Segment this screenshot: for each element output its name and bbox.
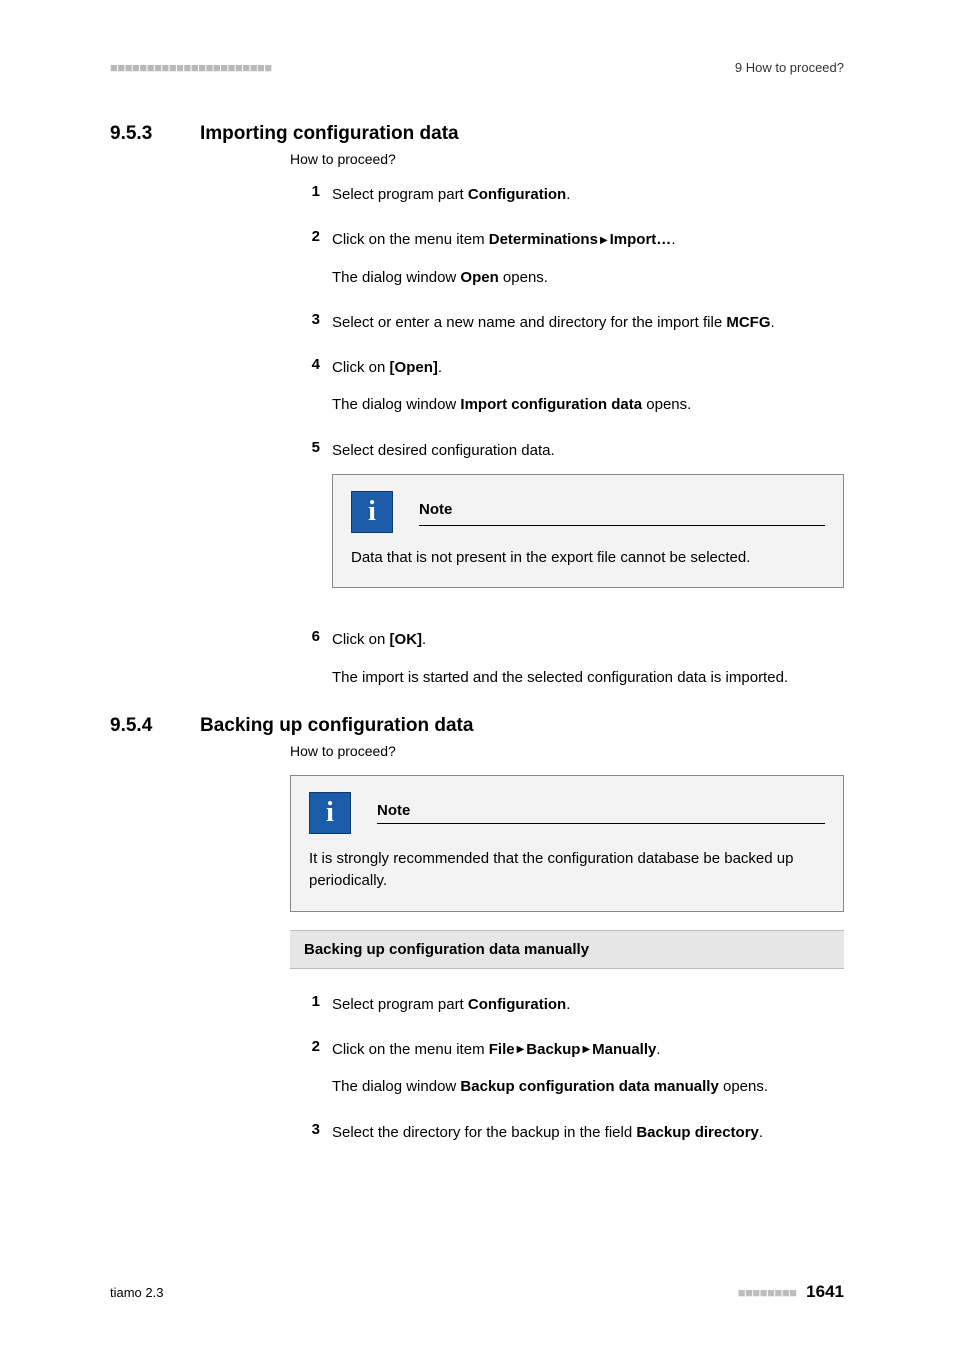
info-icon: i [309, 792, 351, 834]
section-title: Importing configuration data [200, 123, 459, 145]
text-bold: [Open] [390, 359, 438, 376]
text: opens. [642, 396, 691, 413]
step-result: The dialog window Import configuration d… [332, 393, 844, 416]
triangle-icon: ▶ [515, 1044, 527, 1055]
step-number: 4 [290, 356, 332, 417]
text-bold: Backup [526, 1041, 580, 1058]
note-label: Note [377, 802, 825, 824]
step-number: 3 [290, 1121, 332, 1144]
text: The dialog window [332, 396, 460, 413]
step-4: 4 Click on [Open]. The dialog window Imp… [290, 356, 844, 417]
section-subtitle: How to proceed? [290, 743, 844, 759]
note-header: i Note [309, 792, 825, 834]
step-number: 5 [290, 439, 332, 607]
text: The dialog window [332, 1078, 460, 1095]
text: Select program part [332, 996, 468, 1013]
text: Click on [332, 631, 390, 648]
text-bold: Open [460, 269, 498, 286]
text: Click on the menu item [332, 1041, 489, 1058]
section-number: 9.5.3 [110, 123, 200, 145]
step-body: Select program part Configuration. [332, 993, 844, 1016]
text: Select program part [332, 186, 468, 203]
text: Click on [332, 359, 390, 376]
subheading-bar: Backing up configuration data manually [290, 930, 844, 969]
page-number: 1641 [806, 1282, 844, 1301]
step-body: Select or enter a new name and directory… [332, 311, 844, 334]
text-bold: Import… [610, 231, 672, 248]
step-1: 1 Select program part Configuration. [290, 183, 844, 206]
info-icon: i [351, 491, 393, 533]
text-bold: Import configuration data [460, 396, 642, 413]
text: . [656, 1041, 660, 1058]
step-number: 1 [290, 993, 332, 1016]
note-text: It is strongly recommended that the conf… [309, 848, 825, 893]
step-5: 5 Select desired configuration data. i N… [290, 439, 844, 607]
text: . [759, 1124, 763, 1141]
text: . [566, 996, 570, 1013]
text: Select or enter a new name and directory… [332, 314, 726, 331]
text-bold: Configuration [468, 186, 566, 203]
step-result: The import is started and the selected c… [332, 666, 844, 689]
step-body: Click on [OK]. The import is started and… [332, 628, 844, 689]
footer-ornament: ■■■■■■■■ [738, 1285, 797, 1300]
note-header: i Note [351, 491, 825, 533]
page-header: ■■■■■■■■■■■■■■■■■■■■■■ 9 How to proceed? [110, 60, 844, 75]
steps-list-953: 1 Select program part Configuration. 2 C… [290, 183, 844, 689]
text-bold: MCFG [726, 314, 770, 331]
header-ornament-left: ■■■■■■■■■■■■■■■■■■■■■■ [110, 60, 272, 75]
text: . [671, 231, 675, 248]
step-2: 2 Click on the menu item File▶Backup▶Man… [290, 1038, 844, 1099]
step-number: 3 [290, 311, 332, 334]
text: . [566, 186, 570, 203]
text: . [771, 314, 775, 331]
step-6: 6 Click on [OK]. The import is started a… [290, 628, 844, 689]
step-body: Click on [Open]. The dialog window Impor… [332, 356, 844, 417]
text: Select the directory for the backup in t… [332, 1124, 636, 1141]
step-number: 1 [290, 183, 332, 206]
step-body: Click on the menu item File▶Backup▶Manua… [332, 1038, 844, 1099]
section-number: 9.5.4 [110, 715, 200, 737]
step-result: The dialog window Backup configuration d… [332, 1075, 844, 1098]
step-1: 1 Select program part Configuration. [290, 993, 844, 1016]
step-3: 3 Select the directory for the backup in… [290, 1121, 844, 1144]
note-box: i Note It is strongly recommended that t… [290, 775, 844, 912]
step-body: Select desired configuration data. i Not… [332, 439, 844, 607]
text-bold: Determinations [489, 231, 598, 248]
text-bold: Backup directory [636, 1124, 759, 1141]
note-text: Data that is not present in the export f… [351, 547, 825, 570]
step-body: Select the directory for the backup in t… [332, 1121, 844, 1144]
text: . [438, 359, 442, 376]
step-number: 2 [290, 1038, 332, 1099]
section-heading-954: 9.5.4 Backing up configuration data [110, 715, 844, 737]
text: Select desired configuration data. [332, 442, 555, 459]
page-footer: tiamo 2.3 ■■■■■■■■ 1641 [110, 1282, 844, 1302]
triangle-icon: ▶ [598, 235, 610, 246]
step-body: Click on the menu item Determinations▶Im… [332, 228, 844, 289]
step-number: 6 [290, 628, 332, 689]
triangle-icon: ▶ [580, 1044, 592, 1055]
header-running-title: 9 How to proceed? [735, 60, 844, 75]
section-title: Backing up configuration data [200, 715, 473, 737]
step-2: 2 Click on the menu item Determinations▶… [290, 228, 844, 289]
step-number: 2 [290, 228, 332, 289]
text: opens. [499, 269, 548, 286]
text-bold: Manually [592, 1041, 656, 1058]
text: . [422, 631, 426, 648]
footer-left: tiamo 2.3 [110, 1285, 163, 1300]
text: The dialog window [332, 269, 460, 286]
note-box: i Note Data that is not present in the e… [332, 474, 844, 589]
section-subtitle: How to proceed? [290, 151, 844, 167]
note-label: Note [419, 498, 825, 526]
step-result: The dialog window Open opens. [332, 266, 844, 289]
text-bold: Configuration [468, 996, 566, 1013]
step-body: Select program part Configuration. [332, 183, 844, 206]
text-bold: File [489, 1041, 515, 1058]
text-bold: [OK] [390, 631, 423, 648]
text-bold: Backup configuration data manually [460, 1078, 718, 1095]
section-heading-953: 9.5.3 Importing configuration data [110, 123, 844, 145]
step-3: 3 Select or enter a new name and directo… [290, 311, 844, 334]
text: opens. [719, 1078, 768, 1095]
footer-right: ■■■■■■■■ 1641 [738, 1282, 844, 1302]
text: Click on the menu item [332, 231, 489, 248]
